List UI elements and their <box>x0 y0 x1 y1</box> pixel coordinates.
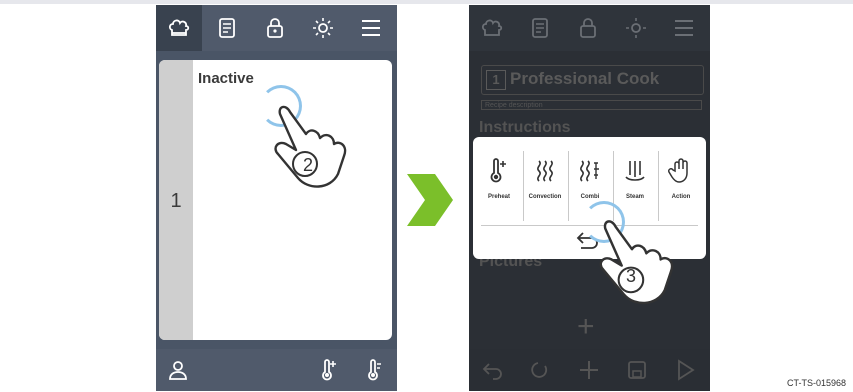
save-icon <box>628 361 646 379</box>
chef-hat-icon <box>481 19 503 36</box>
lock-icon <box>580 18 596 38</box>
option-convection[interactable]: Convection <box>523 151 567 221</box>
phone-screen-after: 1 Professional Cook Recipe description I… <box>469 5 710 391</box>
step-marker-3: 3 <box>625 266 636 286</box>
thermometer-add-icon[interactable] <box>316 358 340 382</box>
figure-id-label: CT-TS-015968 <box>787 378 847 388</box>
menu-icon <box>362 20 380 36</box>
lock-icon <box>267 18 283 38</box>
option-label: Action <box>671 194 691 200</box>
brightness-icon <box>626 18 646 38</box>
step-number: 1 <box>170 190 182 212</box>
next-step-arrow-icon <box>407 174 453 226</box>
menu-icon <box>675 20 693 36</box>
recipe-list-icon <box>219 18 235 38</box>
step-status-title: Inactive <box>198 70 254 87</box>
redo-icon <box>531 362 548 378</box>
option-label: Steam <box>625 194 644 200</box>
program-title: Professional Cook <box>510 69 660 88</box>
preheat-icon <box>490 158 506 183</box>
thermometer-icon[interactable] <box>362 358 386 382</box>
brightness-tab[interactable] <box>300 5 346 51</box>
chef-hat-icon <box>168 19 190 36</box>
option-label: Combi <box>580 194 600 200</box>
user-icon[interactable] <box>166 358 190 382</box>
bottom-toolbar <box>156 349 397 391</box>
recipe-list-icon <box>532 18 548 38</box>
program-description-field: Recipe description <box>481 100 702 110</box>
tap-hand-icon <box>274 105 347 188</box>
option-action[interactable]: Action <box>659 151 703 221</box>
option-label: Preheat <box>487 194 510 200</box>
chef-hat-tab[interactable] <box>156 5 202 51</box>
program-number: 1 <box>486 70 506 90</box>
add-picture-button: + <box>577 310 595 343</box>
lock-tab[interactable] <box>252 5 298 51</box>
tap-hand-icon <box>599 220 674 305</box>
instructions-heading: Instructions <box>479 119 571 136</box>
option-preheat[interactable]: Preheat <box>477 151 521 221</box>
phone-screen-before: 1 Inactive 2 <box>156 5 397 391</box>
step-marker-2: 2 <box>302 155 313 175</box>
hand-action-icon <box>668 158 688 183</box>
program-title-field: 1 Professional Cook <box>481 65 704 95</box>
top-toolbar <box>156 5 397 51</box>
undo-icon <box>482 363 502 380</box>
menu-button[interactable] <box>348 5 394 51</box>
option-label: Convection <box>528 194 562 200</box>
play-icon <box>678 359 695 381</box>
top-toolbar-dimmed <box>469 5 710 51</box>
brightness-icon <box>313 18 333 38</box>
steam-icon <box>625 161 645 181</box>
combi-icon <box>580 160 599 182</box>
recipe-list-tab[interactable] <box>204 5 250 51</box>
convection-icon <box>537 160 553 182</box>
bottom-toolbar-dimmed <box>469 349 710 391</box>
add-icon <box>580 361 598 379</box>
